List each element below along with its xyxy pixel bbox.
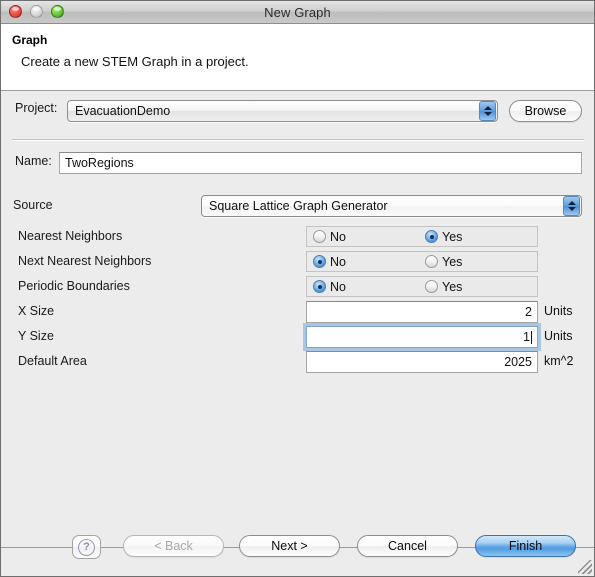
- cancel-button[interactable]: Cancel: [357, 535, 458, 557]
- radio-circle-selected-icon: [313, 255, 326, 268]
- default-area-label: Default Area: [18, 354, 87, 368]
- next-button[interactable]: Next >: [239, 535, 340, 557]
- x-size-row: X Size: [18, 304, 54, 318]
- next-nearest-neighbors-radio-no[interactable]: No: [313, 255, 346, 269]
- close-button[interactable]: [9, 5, 22, 18]
- project-label: Project:: [15, 101, 58, 115]
- x-size-value: 2: [525, 305, 532, 319]
- nearest-neighbors-radio-no[interactable]: No: [313, 230, 346, 244]
- nearest-neighbors-radio-yes[interactable]: Yes: [425, 230, 462, 244]
- y-size-row: Y Size: [18, 329, 54, 343]
- nearest-neighbors-radio-group: No Yes: [306, 226, 538, 247]
- window-title: New Graph: [264, 4, 331, 20]
- finish-button[interactable]: Finish: [475, 535, 576, 557]
- periodic-boundaries-label: Periodic Boundaries: [18, 279, 130, 293]
- radio-circle-selected-icon: [425, 230, 438, 243]
- periodic-boundaries-radio-no[interactable]: No: [313, 280, 346, 294]
- default-area-input[interactable]: 2025: [306, 351, 538, 373]
- option-row-next-nearest-neighbors: Next Nearest Neighbors: [18, 254, 151, 268]
- header-decoration-inner-icon: [454, 24, 594, 90]
- nearest-neighbors-label: Nearest Neighbors: [18, 229, 123, 243]
- page-title: Graph: [12, 33, 48, 47]
- name-label: Name:: [15, 154, 52, 168]
- wizard-header: Graph Create a new STEM Graph in a proje…: [1, 24, 594, 91]
- question-mark-icon: ?: [78, 538, 95, 556]
- default-area-value: 2025: [504, 355, 532, 369]
- radio-label: No: [330, 279, 346, 294]
- wizard-body: Project: EvacuationDemo Browse Name: Two…: [1, 91, 594, 548]
- name-row: Name:: [15, 154, 59, 168]
- radio-circle-icon: [425, 280, 438, 293]
- default-area-unit: km^2: [544, 354, 574, 368]
- y-size-label: Y Size: [18, 329, 54, 343]
- next-nearest-neighbors-label: Next Nearest Neighbors: [18, 254, 152, 268]
- chevron-up-icon: [483, 106, 492, 110]
- y-size-unit: Units: [544, 329, 573, 343]
- radio-circle-icon: [313, 230, 326, 243]
- text-caret: [531, 330, 532, 344]
- source-row: Source: [13, 198, 53, 212]
- resize-grip-icon[interactable]: [578, 560, 592, 574]
- x-size-input[interactable]: 2: [306, 301, 538, 323]
- radio-label: Yes: [442, 229, 463, 244]
- chevron-down-icon: [567, 207, 576, 211]
- x-size-label: X Size: [18, 304, 55, 318]
- minimize-button[interactable]: [30, 5, 43, 18]
- back-button[interactable]: < Back: [123, 535, 224, 557]
- radio-label: No: [330, 229, 346, 244]
- next-nearest-neighbors-radio-group: No Yes: [306, 251, 538, 272]
- project-value: EvacuationDemo: [75, 104, 171, 118]
- radio-label: Yes: [442, 279, 463, 294]
- y-size-input[interactable]: 1: [306, 326, 538, 348]
- name-input[interactable]: TwoRegions: [59, 152, 582, 174]
- option-row-nearest-neighbors: Nearest Neighbors: [18, 229, 122, 243]
- radio-circle-icon: [425, 255, 438, 268]
- zoom-button[interactable]: [51, 5, 64, 18]
- option-row-periodic-boundaries: Periodic Boundaries: [18, 279, 130, 293]
- page-subtitle: Create a new STEM Graph in a project.: [21, 54, 249, 69]
- source-value: Square Lattice Graph Generator: [209, 199, 388, 213]
- window-controls: [9, 5, 64, 18]
- source-label: Source: [13, 198, 53, 212]
- chevron-down-icon: [483, 112, 492, 116]
- new-graph-dialog: New Graph Graph Create a new STEM Graph …: [0, 0, 595, 577]
- radio-circle-selected-icon: [313, 280, 326, 293]
- radio-label: Yes: [442, 254, 463, 269]
- default-area-row: Default Area: [18, 354, 87, 368]
- x-size-unit: Units: [544, 304, 573, 318]
- y-size-value: 1: [523, 330, 530, 344]
- source-stepper-icon[interactable]: [563, 196, 580, 216]
- radio-label: No: [330, 254, 346, 269]
- help-button[interactable]: ?: [72, 535, 101, 559]
- window-titlebar: New Graph: [1, 1, 594, 24]
- periodic-boundaries-radio-yes[interactable]: Yes: [425, 280, 462, 294]
- section-separator: [12, 139, 584, 141]
- chevron-up-icon: [567, 201, 576, 205]
- source-combobox[interactable]: Square Lattice Graph Generator: [201, 195, 582, 217]
- next-nearest-neighbors-radio-yes[interactable]: Yes: [425, 255, 462, 269]
- project-combobox[interactable]: EvacuationDemo: [67, 100, 498, 122]
- browse-button[interactable]: Browse: [509, 100, 582, 122]
- name-input-value: TwoRegions: [65, 156, 134, 170]
- project-row: Project:: [15, 101, 67, 115]
- periodic-boundaries-radio-group: No Yes: [306, 276, 538, 297]
- project-stepper-icon[interactable]: [479, 101, 496, 121]
